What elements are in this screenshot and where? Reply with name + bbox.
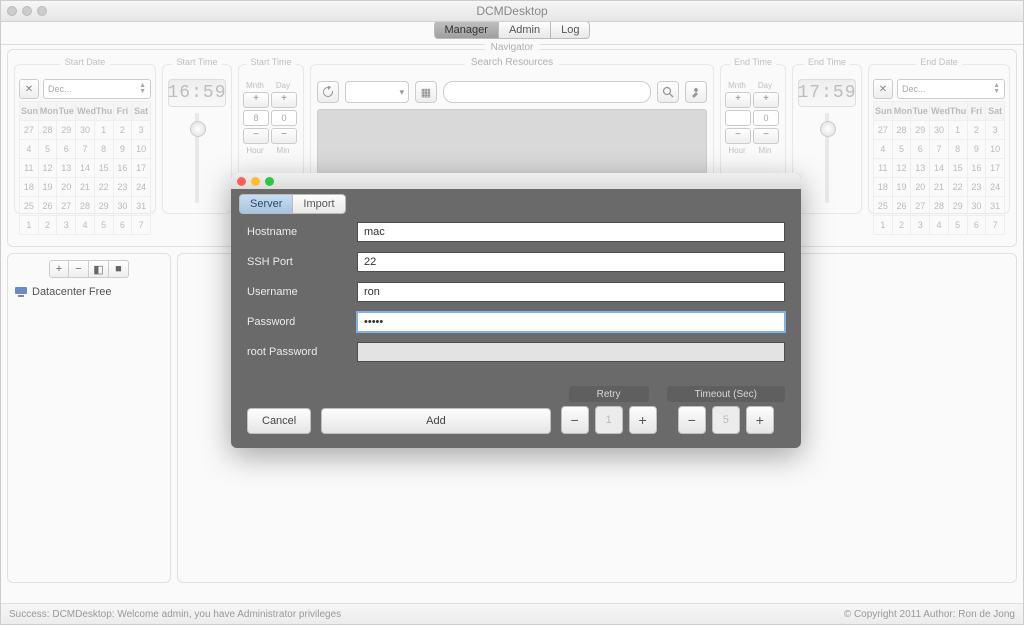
end-time-slider[interactable] bbox=[807, 113, 847, 203]
window-title: DCMDesktop bbox=[1, 4, 1023, 18]
search-resources-label: Search Resources bbox=[465, 57, 559, 68]
refresh-icon[interactable] bbox=[317, 81, 339, 103]
timeout-plus-button[interactable]: + bbox=[746, 406, 774, 434]
clear-end-date-button[interactable]: ✕ bbox=[873, 79, 893, 99]
tab-manager[interactable]: Manager bbox=[434, 21, 499, 39]
tree-panel: + − ◧ ■ Datacenter Free bbox=[7, 253, 171, 583]
clear-start-date-button[interactable]: ✕ bbox=[19, 79, 39, 99]
start-time-slider[interactable] bbox=[177, 113, 217, 203]
close-window-icon[interactable] bbox=[7, 6, 17, 16]
tree-toolbar: + − ◧ ■ bbox=[14, 260, 164, 278]
tab-log[interactable]: Log bbox=[551, 21, 590, 39]
server-icon bbox=[14, 286, 28, 298]
username-input[interactable] bbox=[357, 282, 785, 302]
traffic-lights bbox=[7, 6, 47, 16]
zoom-window-icon[interactable] bbox=[37, 6, 47, 16]
rootpw-input[interactable] bbox=[357, 342, 785, 362]
password-input[interactable] bbox=[357, 312, 785, 332]
end-time-label: End Time bbox=[804, 57, 850, 67]
tab-admin[interactable]: Admin bbox=[499, 21, 551, 39]
end-date-panel: End Date ✕ Dec...▲▼ SunMonTueWedThuFriSa… bbox=[868, 64, 1010, 214]
retry-value[interactable]: 1 bbox=[595, 406, 623, 434]
rootpw-label: root Password bbox=[247, 346, 357, 358]
tree-remove-button[interactable]: − bbox=[69, 260, 89, 278]
password-label: Password bbox=[247, 316, 357, 328]
tree-view2-button[interactable]: ■ bbox=[109, 260, 129, 278]
search-icon[interactable] bbox=[657, 81, 679, 103]
retry-group: Retry − 1 + bbox=[561, 386, 657, 434]
zoom-icon[interactable] bbox=[265, 177, 274, 186]
start-date-panel: Start Date ✕ Dec...▲▼ SunMonTueWedThuFri… bbox=[14, 64, 156, 214]
add-button[interactable]: Add bbox=[321, 408, 550, 434]
start-time-label: Start Time bbox=[172, 57, 221, 67]
start-time-display: 16:59 bbox=[168, 79, 226, 107]
timeout-label: Timeout (Sec) bbox=[667, 386, 785, 402]
end-month-select[interactable]: Dec...▲▼ bbox=[897, 79, 1005, 99]
start-time-panel: Start Time 16:59 bbox=[162, 64, 232, 214]
tree-root-node[interactable]: Datacenter Free bbox=[14, 284, 164, 300]
retry-minus-button[interactable]: − bbox=[561, 406, 589, 434]
username-label: Username bbox=[247, 286, 357, 298]
dialog-titlebar bbox=[231, 173, 801, 189]
tree-add-button[interactable]: + bbox=[49, 260, 69, 278]
search-input[interactable] bbox=[443, 81, 651, 103]
day-plus[interactable]: + bbox=[271, 92, 297, 108]
tool-icon[interactable] bbox=[685, 81, 707, 103]
retry-label: Retry bbox=[569, 386, 649, 402]
start-calendar[interactable]: SunMonTueWedThuFriSat 27282930123 456789… bbox=[19, 101, 151, 235]
main-window: DCMDesktop Manager Admin Log Navigator S… bbox=[0, 0, 1024, 625]
navigator-label: Navigator bbox=[485, 42, 540, 53]
end-time-panel: End Time 17:59 bbox=[792, 64, 862, 214]
day-minus[interactable]: − bbox=[271, 128, 297, 144]
status-message: Success: DCMDesktop: Welcome admin, you … bbox=[9, 609, 341, 620]
tree-root-label: Datacenter Free bbox=[32, 286, 111, 298]
mnth-minus[interactable]: − bbox=[243, 128, 269, 144]
timeout-minus-button[interactable]: − bbox=[678, 406, 706, 434]
tree-view1-button[interactable]: ◧ bbox=[89, 260, 109, 278]
tab-import[interactable]: Import bbox=[293, 194, 345, 214]
titlebar: DCMDesktop bbox=[1, 1, 1023, 22]
hostname-input[interactable] bbox=[357, 222, 785, 242]
end-time-display: 17:59 bbox=[798, 79, 856, 107]
close-icon[interactable] bbox=[237, 177, 246, 186]
grid-icon[interactable]: ▦ bbox=[415, 81, 437, 103]
minimize-window-icon[interactable] bbox=[22, 6, 32, 16]
retry-plus-button[interactable]: + bbox=[629, 406, 657, 434]
end-date-label: End Date bbox=[916, 57, 962, 67]
timeout-value[interactable]: 5 bbox=[712, 406, 740, 434]
tab-server[interactable]: Server bbox=[239, 194, 293, 214]
sshport-label: SSH Port bbox=[247, 256, 357, 268]
cancel-button[interactable]: Cancel bbox=[247, 408, 311, 434]
add-server-dialog: Server Import Hostname SSH Port Username… bbox=[231, 173, 801, 448]
resource-type-select[interactable]: ▾ bbox=[345, 81, 409, 103]
timeout-group: Timeout (Sec) − 5 + bbox=[667, 386, 785, 434]
minimize-icon[interactable] bbox=[251, 177, 260, 186]
status-bar: Success: DCMDesktop: Welcome admin, you … bbox=[1, 603, 1023, 624]
sshport-input[interactable] bbox=[357, 252, 785, 272]
hostname-label: Hostname bbox=[247, 226, 357, 238]
copyright-label: © Copyright 2011 Author: Ron de Jong bbox=[844, 609, 1015, 620]
mnth-plus[interactable]: + bbox=[243, 92, 269, 108]
end-calendar[interactable]: SunMonTueWedThuFriSat 27282930123 456789… bbox=[873, 101, 1005, 235]
start-month-select[interactable]: Dec...▲▼ bbox=[43, 79, 151, 99]
start-date-label: Start Date bbox=[61, 57, 110, 67]
